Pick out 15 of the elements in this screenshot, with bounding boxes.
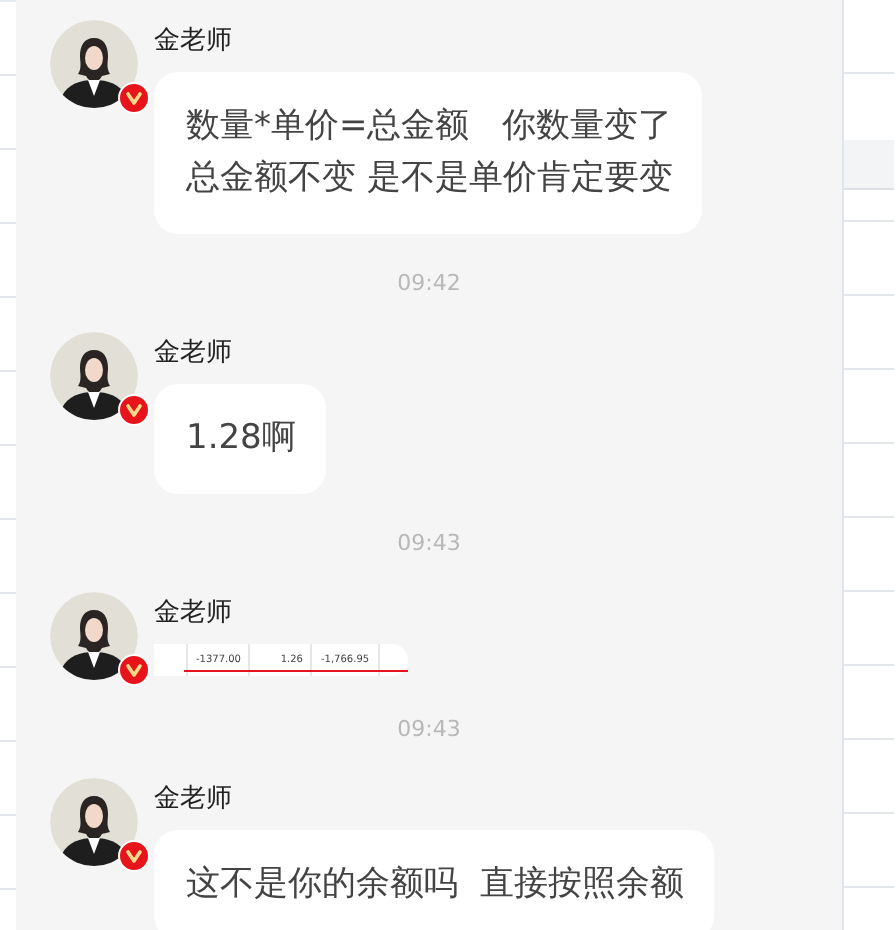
avatar[interactable] bbox=[50, 778, 138, 866]
avatar[interactable] bbox=[50, 592, 138, 680]
timestamp: 09:42 bbox=[395, 270, 463, 298]
sender-name: 金老师 bbox=[154, 26, 232, 58]
avatar[interactable] bbox=[50, 20, 138, 108]
sender-name: 金老师 bbox=[154, 784, 232, 816]
timestamp: 09:43 bbox=[395, 716, 463, 744]
message-text: 1.28啊 bbox=[186, 416, 296, 462]
sender-name: 金老师 bbox=[154, 338, 232, 370]
message-text: 总金额不变 是不是单价肯定要变 bbox=[186, 156, 673, 202]
sender-name: 金老师 bbox=[154, 598, 232, 630]
message-text: 数量*单价=总金额 你数量变了 bbox=[186, 104, 673, 150]
avatar[interactable] bbox=[50, 332, 138, 420]
timestamp: 09:43 bbox=[395, 530, 463, 558]
message-text: 这不是你的余额吗 直接按照余额 bbox=[186, 862, 684, 908]
